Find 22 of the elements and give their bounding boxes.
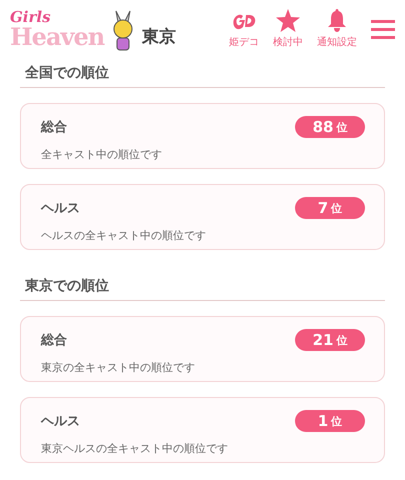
category-label: 総合 [41, 119, 67, 136]
rank-badge: 7 位 [295, 197, 365, 219]
category-label: 総合 [41, 332, 67, 349]
category-label: ヘルス [41, 200, 80, 217]
menu-icon[interactable] [371, 20, 395, 38]
rank-description: 東京の全キャスト中の順位です [41, 360, 196, 375]
area-label: 東京 [142, 26, 176, 48]
rank-badge: 88 位 [295, 116, 365, 138]
bell-icon [327, 9, 347, 32]
star-icon [276, 9, 300, 32]
nav-button[interactable]: 通知設定 [317, 9, 357, 49]
nav-button[interactable]: 姫デコ [229, 12, 259, 49]
rank-badge: 1 位 [295, 410, 365, 432]
rank-description: 東京ヘルスの全キャスト中の順位です [41, 441, 229, 456]
nav-button[interactable]: 検討中 [273, 9, 303, 49]
category-label: ヘルス [41, 413, 80, 430]
rank-description: ヘルスの全キャスト中の順位です [41, 228, 207, 243]
rank-badge: 21 位 [295, 329, 365, 351]
decoration-icon [231, 12, 257, 32]
section-heading: 全国での順位 [20, 58, 385, 88]
section-heading: 東京での順位 [20, 271, 385, 301]
rank-description: 全キャスト中の順位です [41, 147, 163, 162]
